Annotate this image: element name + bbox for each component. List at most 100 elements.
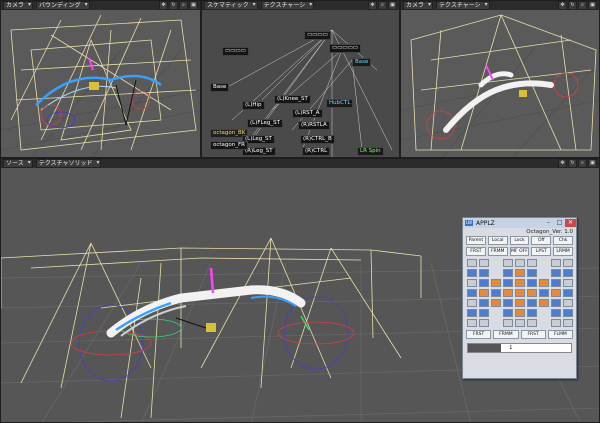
rotate-view-icon[interactable]: ↻ bbox=[568, 1, 577, 10]
control-icon[interactable] bbox=[551, 299, 561, 307]
control-icon[interactable] bbox=[563, 259, 573, 267]
schematic-node[interactable]: ▭▭▭▭▭ bbox=[329, 44, 361, 53]
view-dropdown[interactable]: ソース bbox=[3, 159, 33, 168]
control-icon[interactable] bbox=[551, 259, 561, 267]
value-slider[interactable]: 1 bbox=[467, 343, 572, 353]
control-icon[interactable] bbox=[503, 259, 513, 267]
frmm-button[interactable]: FRMM bbox=[487, 247, 508, 256]
control-icon[interactable] bbox=[503, 279, 513, 287]
shading-dropdown[interactable]: バウンディング bbox=[36, 1, 90, 10]
control-icon[interactable] bbox=[467, 319, 477, 327]
control-icon[interactable] bbox=[479, 309, 489, 317]
control-icon[interactable] bbox=[467, 259, 477, 267]
control-icon[interactable] bbox=[491, 279, 501, 287]
control-icon[interactable] bbox=[479, 259, 489, 267]
schematic-node[interactable]: (L)FLeg_ST bbox=[247, 119, 283, 128]
control-icon[interactable] bbox=[527, 259, 537, 267]
control-icon[interactable] bbox=[563, 279, 573, 287]
move-view-icon[interactable]: ✥ bbox=[368, 1, 377, 10]
lrmm-button[interactable]: LRMM bbox=[553, 247, 573, 256]
flmm-button[interactable]: FLMM bbox=[547, 330, 573, 339]
zoom-view-icon[interactable]: ⌕ bbox=[378, 1, 387, 10]
maximize-view-icon[interactable]: ▣ bbox=[588, 1, 597, 10]
lock-button[interactable]: Lock bbox=[509, 236, 530, 245]
control-icon[interactable] bbox=[515, 289, 525, 297]
schematic-node[interactable]: HubCTL bbox=[326, 99, 354, 108]
shading-dropdown[interactable]: テクスチャーシ bbox=[260, 1, 315, 10]
frst-button[interactable]: FRST bbox=[466, 330, 492, 339]
frst-button[interactable]: FRST bbox=[466, 247, 486, 256]
schematic-node[interactable]: Base bbox=[352, 58, 372, 67]
control-icon[interactable] bbox=[527, 279, 537, 287]
schematic-node[interactable]: octagon_FR bbox=[210, 141, 248, 150]
schematic-node[interactable]: ▭▭▭▭ bbox=[222, 47, 249, 56]
move-view-icon[interactable]: ✥ bbox=[159, 1, 168, 10]
control-icon[interactable] bbox=[563, 309, 573, 317]
control-icon[interactable] bbox=[551, 289, 561, 297]
control-icon[interactable] bbox=[479, 269, 489, 277]
control-icon[interactable] bbox=[563, 319, 573, 327]
schematic-node[interactable]: LR Spin bbox=[357, 147, 384, 156]
control-icon[interactable] bbox=[527, 299, 537, 307]
maximize-view-icon[interactable]: ▣ bbox=[189, 1, 198, 10]
schematic-node[interactable]: (L)RST_A bbox=[292, 109, 323, 118]
control-icon[interactable] bbox=[515, 319, 525, 327]
control-icon[interactable] bbox=[551, 279, 561, 287]
control-icon[interactable] bbox=[551, 309, 561, 317]
control-icon[interactable] bbox=[515, 309, 525, 317]
control-icon[interactable] bbox=[467, 279, 477, 287]
control-icon[interactable] bbox=[503, 299, 513, 307]
control-icon[interactable] bbox=[563, 299, 573, 307]
control-icon[interactable] bbox=[503, 309, 513, 317]
schematic-node[interactable]: ▭▭▭▭ bbox=[304, 31, 331, 40]
control-icon[interactable] bbox=[479, 299, 489, 307]
shading-dropdown[interactable]: テクスチャソリッド bbox=[35, 159, 102, 168]
control-icon[interactable] bbox=[479, 289, 489, 297]
viewport-top-right[interactable]: カメラ テクスチャーシ ✥ ↻ ⌕ ▣ bbox=[400, 0, 600, 158]
control-icon[interactable] bbox=[467, 289, 477, 297]
zoom-view-icon[interactable]: ⌕ bbox=[179, 1, 188, 10]
minimize-icon[interactable]: – bbox=[543, 219, 554, 227]
control-icon[interactable] bbox=[467, 309, 477, 317]
view-dropdown[interactable]: カメラ bbox=[3, 1, 34, 10]
control-icon[interactable] bbox=[563, 289, 573, 297]
viewport-top-left[interactable]: カメラ バウンディング ✥ ↻ ⌕ ▣ bbox=[0, 0, 201, 158]
parent-button[interactable]: Parent bbox=[466, 236, 486, 245]
control-icon[interactable] bbox=[539, 289, 549, 297]
control-icon[interactable] bbox=[515, 259, 525, 267]
maximize-view-icon[interactable]: ▣ bbox=[588, 159, 597, 168]
rig-tool-panel[interactable]: LW APPLZ – □ ✕ Octagon_Ver. 1.0 Parent L… bbox=[462, 217, 577, 379]
control-icon[interactable] bbox=[515, 279, 525, 287]
move-view-icon[interactable]: ✥ bbox=[558, 1, 567, 10]
view-dropdown[interactable]: カメラ bbox=[403, 1, 434, 10]
schematic-node[interactable]: (R)RSTLA bbox=[298, 121, 330, 130]
close-icon[interactable]: ✕ bbox=[565, 219, 576, 227]
control-icon[interactable] bbox=[491, 299, 501, 307]
control-icon[interactable] bbox=[527, 309, 537, 317]
control-icon[interactable] bbox=[527, 269, 537, 277]
view-dropdown[interactable]: スケマティック bbox=[204, 1, 258, 10]
shading-dropdown[interactable]: テクスチャーシ bbox=[436, 1, 490, 10]
control-icon[interactable] bbox=[515, 299, 525, 307]
schematic-node[interactable]: (L)Hip bbox=[242, 101, 265, 110]
viewport-schematic[interactable]: スケマティック テクスチャーシ ✥ ⌕ ▣ ▭▭▭▭ ▭▭▭▭ ▭▭▭▭▭ Ba… bbox=[201, 0, 400, 158]
frmm-button[interactable]: FRMM bbox=[493, 330, 519, 339]
control-icon[interactable] bbox=[563, 269, 573, 277]
control-icon[interactable] bbox=[551, 269, 561, 277]
control-icon[interactable] bbox=[503, 319, 513, 327]
move-view-icon[interactable]: ✥ bbox=[558, 159, 567, 168]
check-button[interactable]: Chk bbox=[553, 236, 573, 245]
control-icon[interactable] bbox=[467, 269, 477, 277]
off-button[interactable]: Off bbox=[531, 236, 552, 245]
control-icon[interactable] bbox=[503, 289, 513, 297]
schematic-node[interactable]: (R)CTRL bbox=[302, 147, 331, 156]
control-icon[interactable] bbox=[503, 269, 513, 277]
schematic-node[interactable]: (R)CTRL_B bbox=[300, 135, 335, 144]
control-icon[interactable] bbox=[527, 289, 537, 297]
maximize-view-icon[interactable]: ▣ bbox=[388, 1, 397, 10]
rotate-view-icon[interactable]: ↻ bbox=[568, 159, 577, 168]
local-button[interactable]: Local bbox=[487, 236, 508, 245]
control-icon[interactable] bbox=[527, 319, 537, 327]
control-icon[interactable] bbox=[479, 279, 489, 287]
zoom-view-icon[interactable]: ⌕ bbox=[578, 159, 587, 168]
